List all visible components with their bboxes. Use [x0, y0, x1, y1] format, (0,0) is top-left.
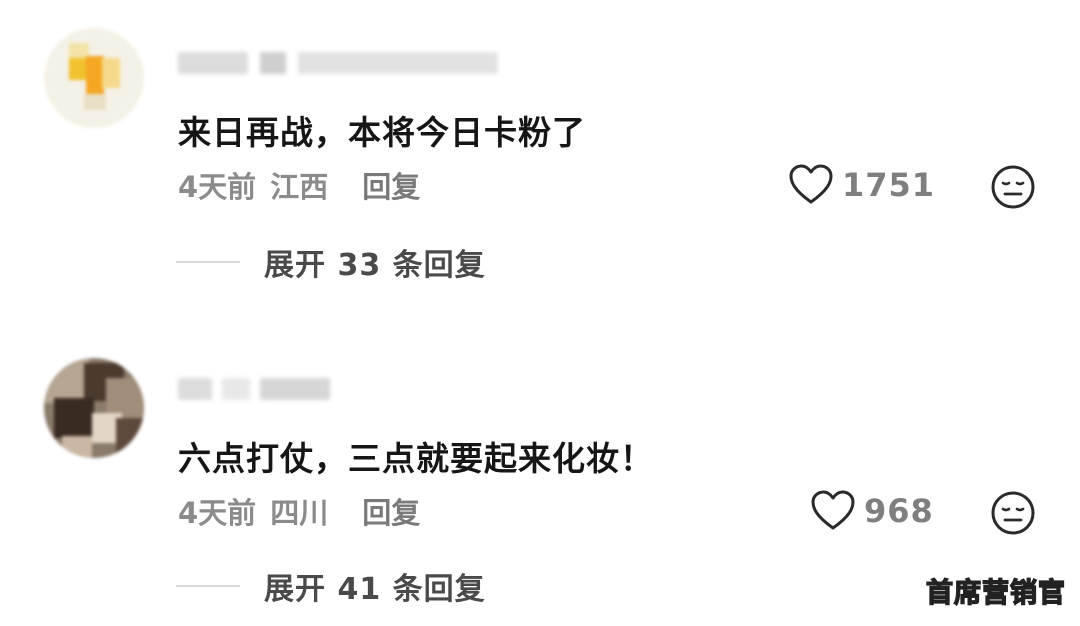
divider-line — [176, 585, 240, 587]
comment-item: 六点打仗，三点就要起来化妆！ 4天前 四川 回复 968 展开 41 条回复 — [0, 0, 1080, 607]
reply-button[interactable]: 回复 — [362, 496, 420, 530]
heart-outline-icon — [811, 490, 855, 530]
username-blurred[interactable] — [178, 372, 508, 406]
comment-time: 4天前 — [178, 496, 257, 530]
like-button[interactable]: 968 — [810, 490, 934, 532]
expand-replies-label: 展开 41 条回复 — [264, 572, 486, 607]
comment-meta: 4天前 四川 回复 — [178, 490, 420, 532]
dislike-button[interactable] — [990, 490, 1036, 536]
expand-replies-button[interactable]: 展开 41 条回复 — [176, 564, 486, 608]
avatar[interactable] — [44, 358, 144, 458]
like-count: 968 — [864, 492, 934, 530]
comment-text: 六点打仗，三点就要起来化妆！ — [178, 439, 654, 478]
comment-region: 四川 — [270, 496, 329, 530]
watermark: 首席营销官 — [925, 577, 1066, 609]
neutral-face-icon — [991, 491, 1035, 535]
